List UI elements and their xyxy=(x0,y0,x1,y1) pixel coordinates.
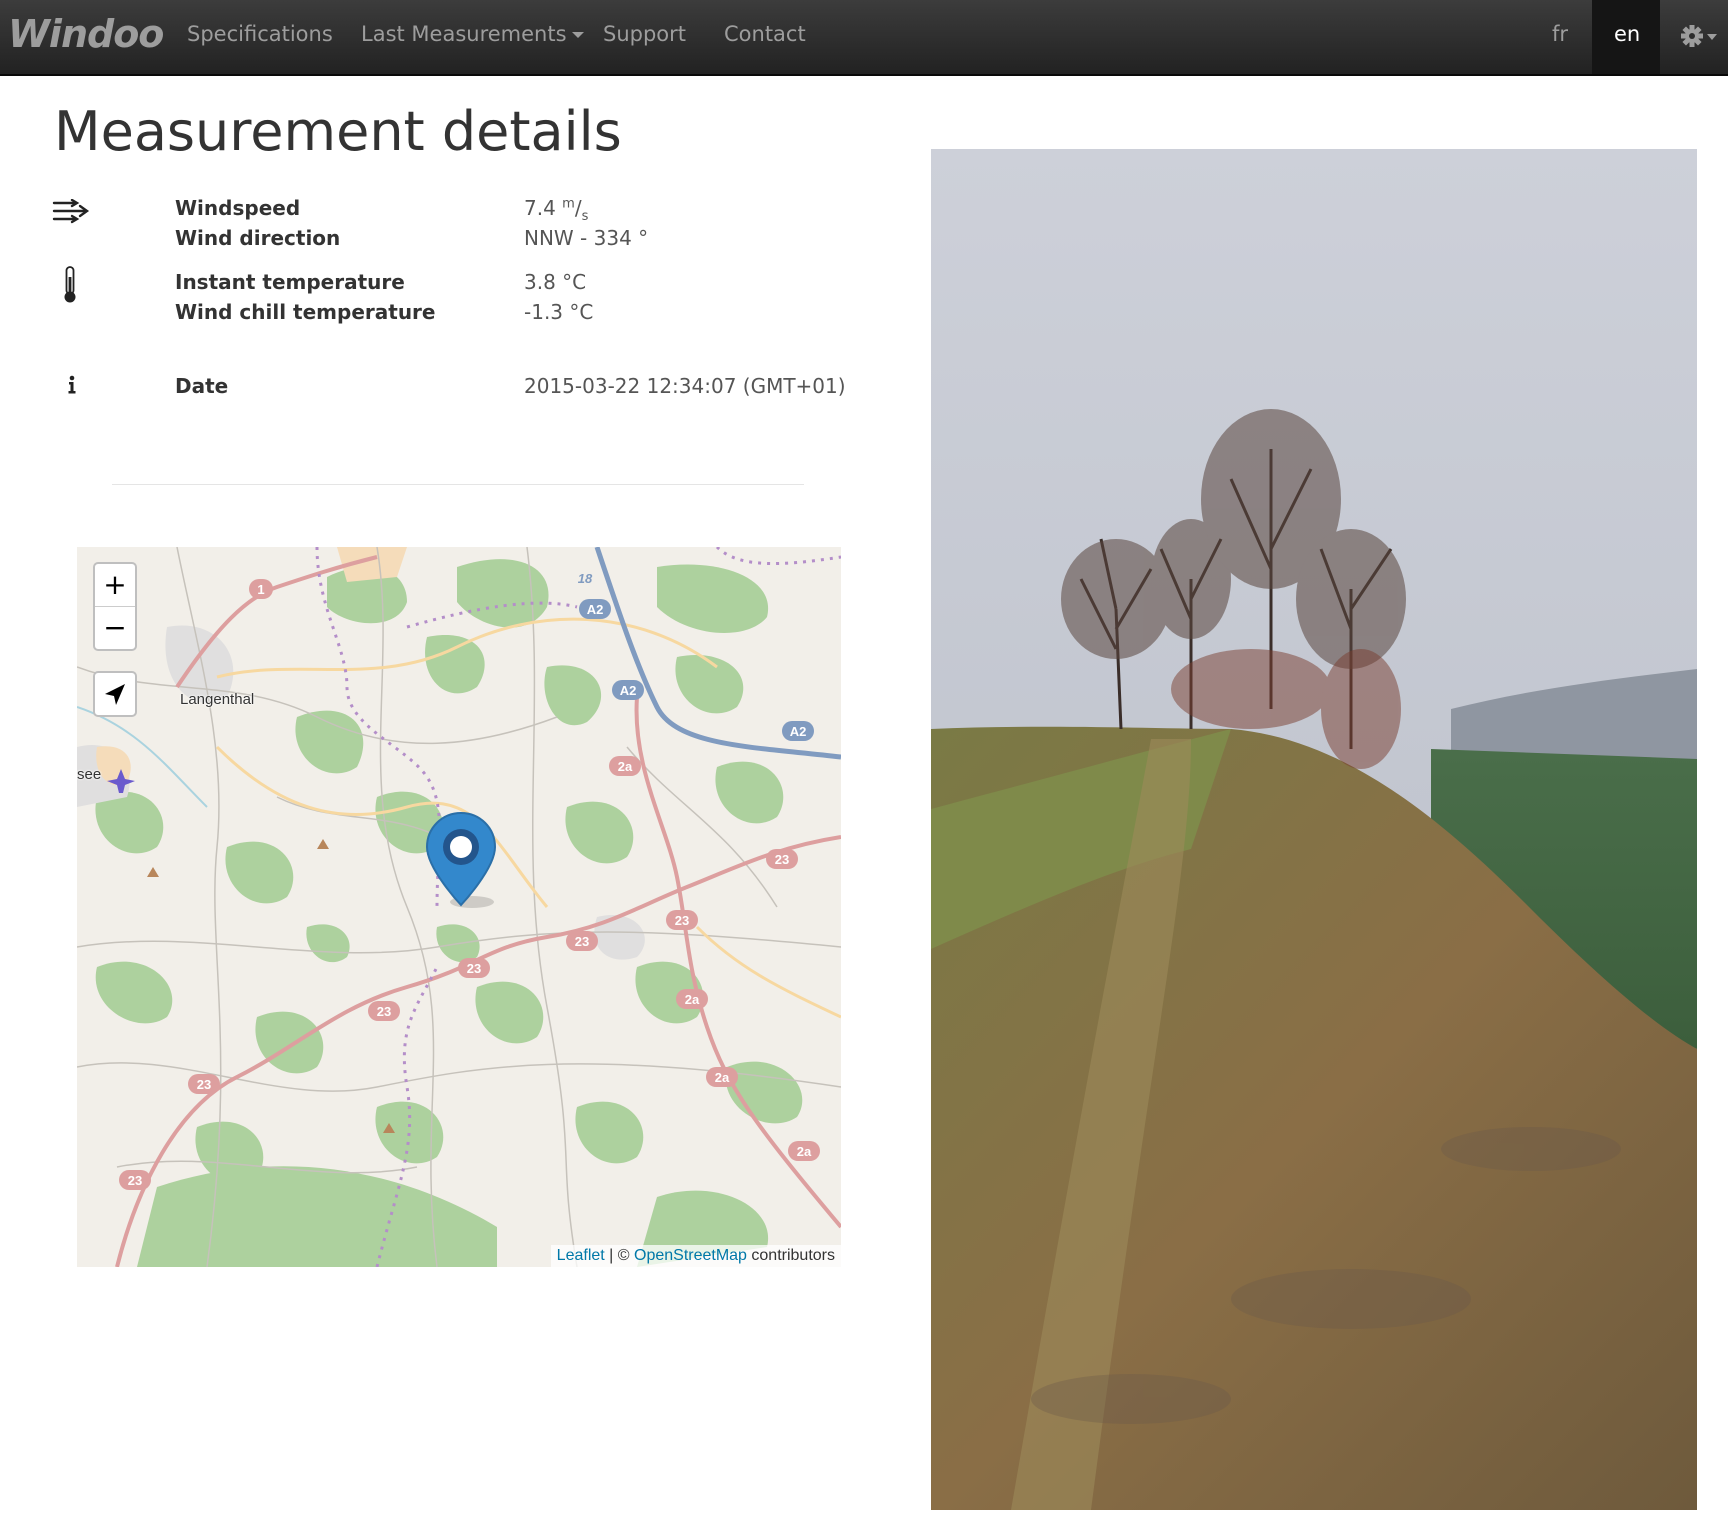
nav-specifications[interactable]: Specifications xyxy=(187,22,333,46)
instant-temperature-label: Instant temperature xyxy=(175,270,405,294)
windspeed-label: Windspeed xyxy=(175,196,301,220)
shield-label: 23 xyxy=(775,852,789,867)
windspeed-unit-den: s xyxy=(581,209,589,224)
wind-chill-label: Wind chill temperature xyxy=(175,300,436,324)
gear-icon xyxy=(1681,25,1717,47)
shield-label: 1 xyxy=(257,582,264,597)
landscape-photo xyxy=(931,149,1697,1510)
nav-last-measurements-label: Last Measurements xyxy=(361,22,567,46)
wind-direction-label: Wind direction xyxy=(175,226,341,250)
wind-direction-value: NNW - 334 ° xyxy=(524,226,649,250)
shield-label: A2 xyxy=(587,602,604,617)
nav-contact[interactable]: Contact xyxy=(724,22,806,46)
attribution-suffix: contributors xyxy=(746,1247,835,1264)
navbar: Windoo Specifications Last Measurements … xyxy=(0,0,1728,76)
wind-chill-value: -1.3 °C xyxy=(524,300,594,324)
windspeed-number: 7.4 xyxy=(524,196,556,220)
locate-arrow-icon xyxy=(105,684,125,705)
date-label: Date xyxy=(175,374,229,398)
shield-label: 23 xyxy=(197,1077,211,1092)
zoom-out-button[interactable]: − xyxy=(95,606,135,649)
caret-down-icon xyxy=(571,32,584,38)
instant-temperature-value: 3.8 °C xyxy=(524,270,587,294)
zoom-control: + − xyxy=(93,562,137,651)
shield-label: 2a xyxy=(797,1144,812,1159)
attribution-separator: | © xyxy=(604,1247,634,1264)
brand-logo[interactable]: Windoo xyxy=(8,12,164,56)
shield-label: 23 xyxy=(675,913,689,928)
shield-label: A2 xyxy=(620,683,637,698)
leaflet-link[interactable]: Leaflet xyxy=(557,1247,605,1264)
shield-label: 23 xyxy=(128,1173,142,1188)
date-value: 2015-03-22 12:34:07 (GMT+01) xyxy=(524,374,846,398)
map[interactable]: 1 18 A2 A2 A2 2a 2a 2a 2a 23 23 23 23 23… xyxy=(77,547,841,1267)
location-marker-icon[interactable] xyxy=(425,811,497,907)
thermometer-icon xyxy=(64,266,76,303)
shield-label: 23 xyxy=(575,934,589,949)
shield-label: 18 xyxy=(578,571,593,586)
shield-label: 23 xyxy=(377,1004,391,1019)
shield-label: 2a xyxy=(685,992,700,1007)
windspeed-unit-num: m xyxy=(562,196,575,212)
openstreetmap-link[interactable]: OpenStreetMap xyxy=(634,1247,747,1264)
lang-en[interactable]: en xyxy=(1592,0,1660,74)
nav-last-measurements[interactable]: Last Measurements xyxy=(361,22,584,46)
shield-label: 2a xyxy=(715,1070,730,1085)
place-label-langenthal: Langenthal xyxy=(180,691,255,708)
locate-control[interactable] xyxy=(93,671,137,717)
shield-label: 2a xyxy=(618,759,633,774)
lang-en-label: en xyxy=(1614,22,1641,46)
wind-icon xyxy=(52,199,90,224)
shield-label: A2 xyxy=(790,724,807,739)
shield-label: 23 xyxy=(467,961,481,976)
map-attribution: Leaflet | © OpenStreetMap contributors xyxy=(550,1245,841,1267)
nav-support[interactable]: Support xyxy=(603,22,686,46)
info-icon xyxy=(68,375,76,394)
divider xyxy=(112,484,804,485)
place-label-see: see xyxy=(77,766,102,783)
windspeed-value: 7.4 m/s xyxy=(524,196,589,224)
map-tiles: 1 18 A2 A2 A2 2a 2a 2a 2a 23 23 23 23 23… xyxy=(77,547,841,1267)
measurement-photo[interactable] xyxy=(931,149,1697,1510)
settings-dropdown[interactable] xyxy=(1680,22,1720,54)
zoom-in-button[interactable]: + xyxy=(95,564,135,606)
page-title: Measurement details xyxy=(54,100,622,163)
lang-fr[interactable]: fr xyxy=(1552,22,1568,46)
